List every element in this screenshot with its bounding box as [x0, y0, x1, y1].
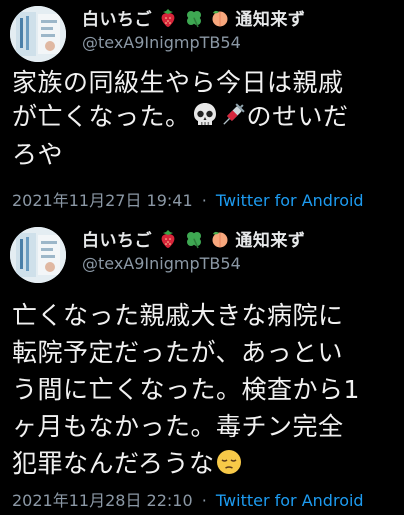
source-link[interactable]: Twitter for Android — [216, 191, 364, 210]
pensive-face-icon — [215, 448, 243, 486]
syringe-icon — [219, 101, 247, 138]
peach-icon — [210, 8, 230, 32]
tweet-timestamp[interactable]: 2021年11月27日 19:41 — [12, 191, 193, 210]
tweet-text: 家族の同級生やら今日は親戚 が亡くなった。 のせいだ ろや — [12, 66, 400, 172]
strawberry-icon — [158, 229, 178, 253]
user-handle[interactable]: @texA9InigmpTB54 — [82, 33, 241, 52]
name-row[interactable]: 白いちご 通知来ず — [82, 226, 305, 253]
four-leaf-clover-icon — [184, 8, 204, 32]
peach-icon — [210, 229, 230, 253]
display-name[interactable]: 白いちご — [82, 10, 152, 30]
name-row[interactable]: 白いちご 通知来ず — [82, 5, 305, 32]
tweet[interactable]: 白いちご 通知来ず @texA9InigmpTB54 亡くなった親戚大きな病院に… — [0, 221, 404, 515]
avatar[interactable] — [10, 227, 66, 283]
tweet-meta: 2021年11月28日 22:10 · Twitter for Android — [12, 487, 364, 511]
tweet[interactable]: 白いちご 通知来ず @texA9InigmpTB54 家族の同級生やら今日は親戚… — [0, 0, 404, 221]
separator: · — [201, 491, 207, 510]
four-leaf-clover-icon — [184, 229, 204, 253]
avatar[interactable] — [10, 6, 66, 62]
tweet-text: 亡くなった親戚大きな病院に 転院予定だったが、あっとい う間に亡くなった。検査か… — [12, 297, 400, 486]
skull-icon — [191, 101, 219, 138]
source-link[interactable]: Twitter for Android — [216, 491, 364, 510]
name-suffix[interactable]: 通知来ず — [235, 10, 305, 30]
separator: · — [201, 191, 207, 210]
tweet-text-part: 亡くなった親戚大きな病院に 転院予定だったが、あっとい う間に亡くなった。検査か… — [12, 301, 360, 478]
name-suffix[interactable]: 通知来ず — [235, 231, 305, 251]
user-handle[interactable]: @texA9InigmpTB54 — [82, 254, 241, 273]
strawberry-icon — [158, 8, 178, 32]
tweet-timestamp[interactable]: 2021年11月28日 22:10 — [12, 491, 193, 510]
tweet-meta: 2021年11月27日 19:41 · Twitter for Android — [12, 187, 364, 211]
display-name[interactable]: 白いちご — [82, 231, 152, 251]
